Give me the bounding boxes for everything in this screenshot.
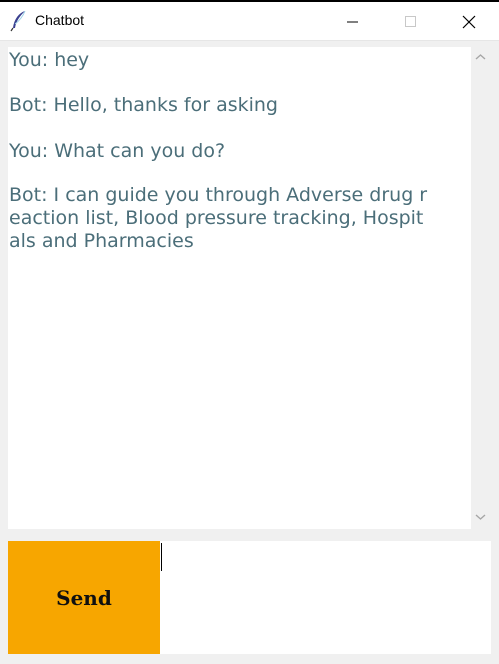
- send-button[interactable]: Send: [8, 541, 160, 654]
- minimize-button[interactable]: [330, 4, 376, 40]
- message-line: eaction list, Blood pressure tracking, H…: [9, 207, 424, 229]
- maximize-icon: [405, 16, 416, 27]
- message-input[interactable]: [160, 541, 491, 654]
- message-line: Bot: Hello, thanks for asking: [9, 94, 278, 116]
- message-line: You: What can you do?: [9, 140, 226, 162]
- chat-scrollbar[interactable]: [472, 47, 489, 529]
- feather-icon: [10, 10, 28, 32]
- message-line: You: hey: [9, 49, 90, 71]
- chat-message: You: hey: [9, 49, 89, 72]
- chat-message: Bot: Hello, thanks for asking: [9, 94, 278, 117]
- chat-message: You: What can you do?: [9, 140, 225, 163]
- title-bar[interactable]: Chatbot: [0, 2, 499, 41]
- scroll-up-icon[interactable]: [475, 53, 486, 61]
- text-caret: [161, 543, 162, 571]
- chat-message: Bot: I can guide you through Adverse dru…: [9, 184, 427, 253]
- message-line: Bot: I can guide you through Adverse dru…: [9, 184, 428, 206]
- message-line: als and Pharmacies: [9, 230, 194, 252]
- window-title: Chatbot: [35, 12, 85, 28]
- scroll-down-icon[interactable]: [475, 513, 486, 521]
- maximize-button[interactable]: [388, 4, 434, 40]
- close-icon: [462, 15, 476, 29]
- chat-log[interactable]: You: hey Bot: Hello, thanks for asking Y…: [8, 47, 471, 529]
- close-button[interactable]: [446, 4, 492, 40]
- minimize-icon: [347, 21, 358, 23]
